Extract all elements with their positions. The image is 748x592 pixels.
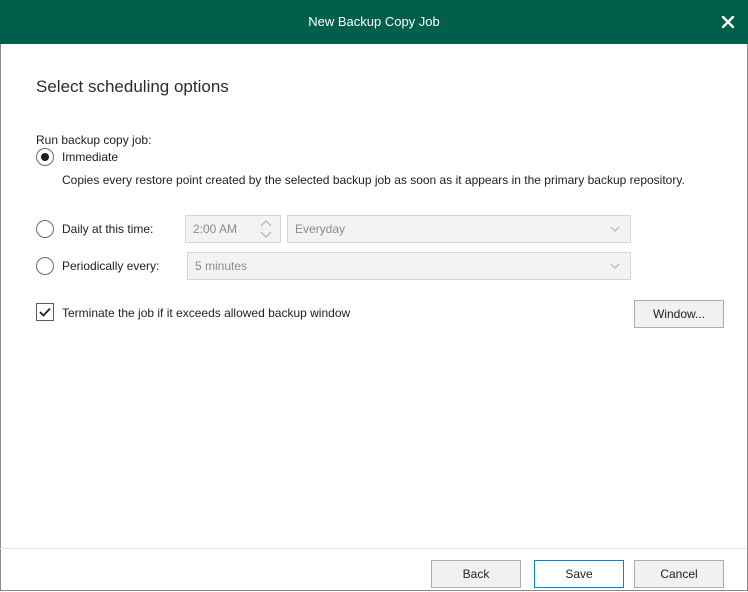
run-job-label: Run backup copy job:	[36, 133, 152, 147]
chevron-down-icon	[610, 263, 620, 269]
daily-radio[interactable]	[36, 220, 54, 238]
cancel-button[interactable]: Cancel	[634, 560, 724, 588]
footer-divider	[0, 548, 746, 549]
daily-days-dropdown[interactable]: Everyday	[287, 215, 631, 243]
save-button[interactable]: Save	[534, 560, 624, 588]
time-spinner-icon[interactable]	[256, 218, 276, 240]
window-button[interactable]: Window...	[634, 300, 724, 328]
title-bar: New Backup Copy Job	[0, 0, 748, 44]
chevron-down-icon	[610, 226, 620, 232]
window-title: New Backup Copy Job	[308, 14, 440, 29]
daily-label[interactable]: Daily at this time:	[62, 222, 153, 236]
daily-days-value: Everyday	[295, 222, 346, 236]
daily-time-value: 2:00 AM	[193, 222, 238, 236]
terminate-checkbox[interactable]	[36, 303, 54, 321]
immediate-description: Copies every restore point created by th…	[62, 173, 685, 187]
daily-time-stepper[interactable]: 2:00 AM	[185, 215, 281, 243]
close-icon[interactable]	[716, 10, 740, 34]
checkmark-icon	[39, 307, 51, 317]
back-button[interactable]: Back	[431, 560, 521, 588]
terminate-label[interactable]: Terminate the job if it exceeds allowed …	[62, 306, 350, 320]
periodic-interval-dropdown[interactable]: 5 minutes	[187, 252, 631, 280]
periodic-radio[interactable]	[36, 257, 54, 275]
immediate-radio[interactable]	[36, 148, 54, 166]
periodic-label[interactable]: Periodically every:	[62, 259, 159, 273]
immediate-label[interactable]: Immediate	[62, 150, 118, 164]
page-heading: Select scheduling options	[36, 77, 229, 96]
periodic-interval-value: 5 minutes	[195, 259, 248, 273]
